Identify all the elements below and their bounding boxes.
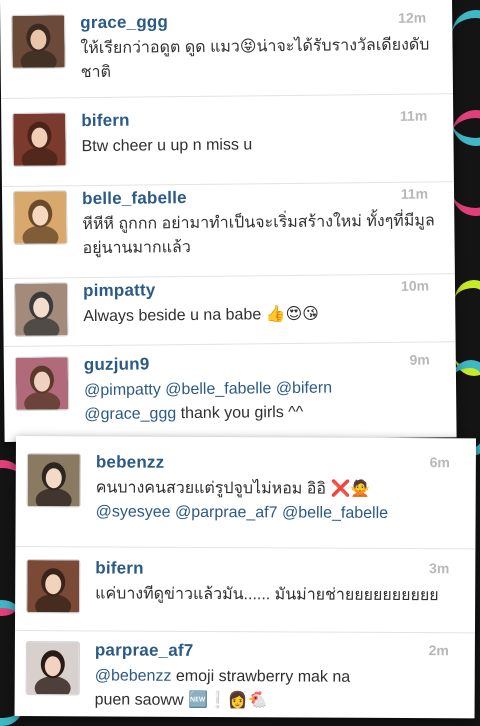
comment-text: หีหีหี ถูกกก อย่ามาทำเป็นจะเริ่มสร้างใหม… [82,212,435,258]
comment-text: Btw cheer u up n miss u [81,136,253,156]
comment-row[interactable]: parprae_af7 2m @bebenzz emoji strawberry m… [15,630,475,718]
comment-username[interactable]: pimpatty [83,280,156,301]
comment-text: @pimpatty @belle_fabelle @bifern @grace_… [84,379,333,424]
comment-username[interactable]: belle_fabelle [82,188,187,209]
avatar[interactable] [12,15,65,68]
comments-panel-top: grace_ggg 12m ให้เรียกว่าอดูต ดูด แมว😝น่าจ… [0,0,457,442]
avatar-photo-icon [26,642,79,695]
avatar[interactable] [27,454,80,507]
comment-timestamp: 6m [429,454,450,471]
comment-username[interactable]: bebenzz [96,452,165,472]
avatar[interactable] [27,560,80,613]
comment-timestamp: 2m [428,642,449,659]
avatar[interactable] [15,357,69,410]
avatar[interactable] [13,113,66,166]
comment-text: @bebenzz emoji strawberry mak na puen sa… [94,667,351,710]
comment-text: คนบางคนสวยแต่รูปจูบไม่หอม อิอิ ❌🙅 @syesy… [95,479,389,522]
comment-timestamp: 3m [429,560,450,577]
comment-text: Always beside u na babe 👍😍😘 [83,305,320,326]
avatar-photo-icon [14,191,67,244]
comment-row[interactable]: pimpatty 10m Always beside u na babe 👍😍😘 [2,273,456,347]
avatar-photo-icon [14,283,68,336]
comment-timestamp: 9m [409,351,430,368]
comment-timestamp: 11m [400,185,429,202]
comment-row[interactable]: grace_ggg 12m ให้เรียกว่าอดูต ดูด แมว😝น่าจ… [0,0,454,99]
comment-username[interactable]: bifern [81,111,130,132]
comment-text: ให้เรียกว่าอดูต ดูด แมว😝น่าจะได้รับรางวั… [80,36,430,82]
pink-stripe [452,110,480,216]
avatar-photo-icon [12,15,65,68]
comments-panel-bottom: bebenzz 6m คนบางคนสวยแต่รูปจูบไม่หอม อิอิ … [14,436,476,719]
comment-timestamp: 10m [400,277,430,294]
comment-row[interactable]: bebenzz 6m คนบางคนสวยแต่รูปจูบไม่หอม อิอิ … [15,436,476,550]
comment-row[interactable]: bifern 11m Btw cheer u up n miss u [1,93,454,187]
avatar-photo-icon [15,357,69,410]
avatar[interactable] [26,642,79,695]
comment-row[interactable]: bifern 3m แค่บางทีดูข่าวแล้วมัน...... มันม… [14,545,476,634]
comment-text: แค่บางทีดูข่าวแล้วมัน...... มันม่ายช่ายย… [95,585,439,605]
comment-timestamp: 12m [398,9,427,26]
comment-timestamp: 11m [399,107,428,124]
comment-row[interactable]: belle_fabelle 11m หีหีหี ถูกกก อย่ามาทำเป็… [1,181,455,279]
comment-username[interactable]: guzjun9 [84,354,150,375]
comment-username[interactable]: bifern [95,558,144,578]
avatar[interactable] [14,283,68,336]
avatar-photo-icon [13,113,66,166]
avatar-photo-icon [27,560,80,613]
comment-username[interactable]: parprae_af7 [95,640,194,661]
avatar[interactable] [14,191,67,244]
comment-row[interactable]: guzjun9 9m @pimpatty @belle_fabelle @bifer… [4,341,457,442]
avatar-photo-icon [27,454,80,507]
comment-username[interactable]: grace_ggg [80,12,168,33]
